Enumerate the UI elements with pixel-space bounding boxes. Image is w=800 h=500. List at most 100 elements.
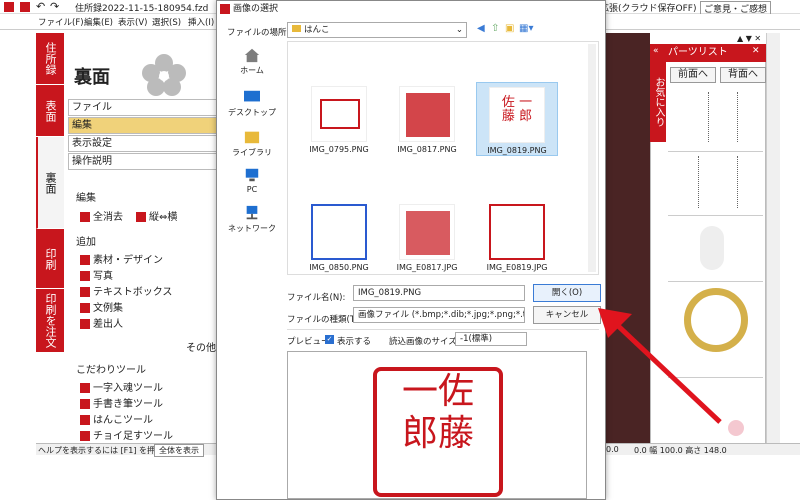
redo-icon[interactable]: ↷	[50, 0, 59, 13]
menu-select[interactable]: 選択(S)	[152, 16, 181, 28]
tab-front[interactable]: 表面	[36, 85, 64, 137]
choi-tool[interactable]: チョイ足すツール	[80, 427, 173, 442]
window-controls[interactable]: ▲ ▼ ✕	[737, 34, 761, 43]
tab-order-print[interactable]: 印刷を注文	[36, 289, 64, 353]
clear-icon	[80, 212, 90, 222]
menu-view[interactable]: 表示(V)	[118, 16, 147, 28]
handwriting-tool[interactable]: 手書き筆ツール	[80, 395, 163, 410]
place-desktop[interactable]: デスクトップ	[221, 89, 283, 118]
tab-address[interactable]: 住所録	[36, 33, 64, 85]
pen-icon	[80, 399, 90, 409]
panel-title: 裏面	[74, 67, 110, 88]
stamp-thumbnail: 佐 一藤 郎	[489, 87, 545, 143]
parts-thumb-text2[interactable]	[668, 152, 763, 216]
view-all-button[interactable]: 全体を表示	[154, 444, 204, 457]
add-photo-button[interactable]: 写真	[80, 267, 113, 282]
panel-help[interactable]: 操作説明	[68, 153, 218, 170]
show-preview-checkbox[interactable]: ✓	[325, 335, 334, 344]
file-item[interactable]: IMG_0850.PNG	[298, 200, 380, 272]
one-char-tool[interactable]: 一字入魂ツール	[80, 379, 163, 394]
size-dropdown[interactable]: -1(標準)	[455, 332, 527, 346]
collapse-icon[interactable]: «	[653, 46, 659, 56]
help-hint: ヘルプを表示するには [F1] を押して	[38, 446, 171, 455]
parts-thumb-rabbit[interactable]	[668, 216, 763, 282]
photo-icon	[80, 271, 90, 281]
file-list-scrollbar[interactable]	[588, 44, 596, 272]
parts-thumb-text1[interactable]	[668, 86, 763, 152]
tools-group-label: こだわりツール	[76, 365, 146, 376]
seal-char: 郎	[401, 413, 438, 454]
panel-display[interactable]: 表示設定	[68, 135, 218, 152]
filename-label: ファイル名(N):	[287, 293, 346, 303]
file-item-selected[interactable]: 佐 一藤 郎 IMG_0819.PNG	[476, 82, 558, 156]
side-panel: 裏面 ファイル 編集 表示設定 操作説明 編集 全消去 縦⇔横 追加 素材・デザ…	[64, 33, 224, 443]
divider	[287, 329, 599, 330]
places-bar: ホーム デスクトップ ライブラリ PC ネットワーク	[217, 41, 287, 281]
add-textbox-button[interactable]: テキストボックス	[80, 283, 172, 298]
tab-print[interactable]: 印刷	[36, 229, 64, 289]
up-folder-icon[interactable]: ⇧	[491, 23, 499, 34]
parts-scrollbar[interactable]	[766, 33, 780, 443]
left-tabs: 住所録 表面 裏面 印刷 印刷を注文	[36, 33, 64, 443]
stamp-thumbnail	[311, 204, 367, 260]
place-library[interactable]: ライブラリ	[221, 129, 283, 158]
panel-edit[interactable]: 編集	[68, 117, 218, 134]
home-icon	[244, 48, 260, 63]
undo-icon[interactable]: ↶	[36, 0, 45, 13]
edit-group-label: 編集	[76, 193, 96, 204]
filetype-label: ファイルの種類(T):	[287, 315, 362, 325]
view-menu-icon[interactable]: ▦▾	[519, 23, 533, 34]
bring-front-button[interactable]: 前面へ	[670, 67, 716, 83]
clear-all-button[interactable]: 全消去	[80, 208, 123, 223]
stamp-thumbnail	[311, 86, 367, 142]
seal-preview: 一佐 郎藤	[373, 367, 503, 497]
file-item[interactable]: IMG_0817.PNG	[386, 82, 468, 154]
image-select-dialog: 画像の選択 ファイルの場所(I): はんこ ⌄ ◀ ⇧ ▣ ▦▾ ホーム デスク…	[216, 0, 606, 500]
add-group-label: 追加	[76, 237, 96, 248]
seal-char: 藤	[438, 413, 475, 454]
add-material-button[interactable]: 素材・デザイン	[80, 251, 163, 266]
rotate-icon	[136, 212, 146, 222]
status-coords: 0.0 幅 100.0 高さ 148.0	[634, 446, 727, 455]
cloud-toggle[interactable]: 拡張(クラウド保存OFF)	[600, 1, 696, 14]
send-back-button[interactable]: 背面へ	[720, 67, 766, 83]
filename-input[interactable]: IMG_0819.PNG	[353, 285, 525, 301]
stamp-tool[interactable]: はんこツール	[80, 411, 153, 426]
size-label: 読込画像のサイズ調	[389, 337, 466, 347]
menu-edit[interactable]: 編集(E)	[84, 16, 113, 28]
file-item[interactable]: IMG_0795.PNG	[298, 82, 380, 154]
place-pc[interactable]: PC	[221, 167, 283, 194]
dialog-icon	[220, 4, 230, 14]
material-icon	[80, 255, 90, 265]
annotation-arrow	[598, 308, 722, 424]
menu-file[interactable]: ファイル(F)	[38, 16, 84, 28]
favorites-tab[interactable]: お気に入り	[650, 62, 666, 142]
stamp-thumbnail	[399, 86, 455, 142]
seal-char: 佐	[438, 371, 475, 412]
location-dropdown[interactable]: はんこ ⌄	[287, 22, 467, 38]
file-item[interactable]: IMG_E0819.JPG	[476, 200, 558, 272]
stamp-icon	[80, 415, 90, 425]
file-item[interactable]: IMG_E0817.JPG	[386, 200, 468, 272]
parts-title: パーツリスト	[650, 44, 766, 62]
file-list: IMG_0795.PNG IMG_0817.PNG 佐 一藤 郎 IMG_081…	[287, 41, 599, 275]
back-icon[interactable]: ◀	[477, 23, 485, 34]
preview-label: プレビュー	[287, 337, 330, 347]
app-icon	[4, 2, 14, 12]
rotate-button[interactable]: 縦⇔横	[136, 208, 177, 223]
other-link[interactable]: その他	[186, 339, 216, 354]
place-network[interactable]: ネットワーク	[221, 205, 283, 234]
filetype-dropdown[interactable]: 画像ファイル (*.bmp;*.dib;*.jpg;*.png;*.tif;*.…	[353, 307, 525, 323]
tab-back[interactable]: 裏面	[36, 137, 64, 229]
stamp-thumbnail	[489, 204, 545, 260]
panel-file[interactable]: ファイル	[68, 99, 218, 116]
add-sender-button[interactable]: 差出人	[80, 315, 123, 330]
new-folder-icon[interactable]: ▣	[505, 23, 514, 34]
save-icon[interactable]	[20, 2, 30, 12]
sender-icon	[80, 319, 90, 329]
place-home[interactable]: ホーム	[221, 47, 283, 76]
network-icon	[246, 205, 258, 220]
add-phrase-button[interactable]: 文例集	[80, 299, 123, 314]
close-icon[interactable]: ✕	[752, 46, 760, 56]
menu-insert[interactable]: 挿入(I)	[188, 16, 214, 28]
